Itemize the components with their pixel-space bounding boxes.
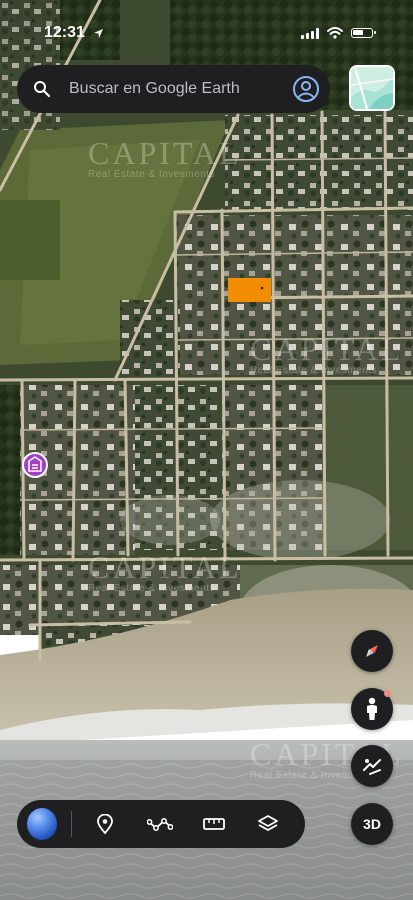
watermark: CAPITAL Real Estate & Invesments — [250, 333, 404, 376]
search-input[interactable] — [69, 80, 292, 98]
search-bar[interactable] — [17, 65, 330, 113]
watermark: CAPITAL Real Estate & Invesments — [88, 551, 242, 594]
battery-icon — [351, 28, 376, 38]
ruler-icon — [202, 818, 225, 830]
bottom-toolbar — [17, 800, 305, 848]
compass-icon — [366, 645, 378, 657]
path-icon — [146, 818, 173, 831]
layers-icon — [258, 815, 278, 831]
compass-button[interactable] — [351, 630, 393, 672]
watermark-brand: CAPITAL — [88, 135, 242, 171]
add-place-button[interactable] — [78, 800, 132, 848]
toolbar-divider — [71, 811, 73, 837]
highlighted-lot — [228, 278, 271, 302]
tilt-icon — [363, 759, 381, 775]
place-pin-icon — [97, 814, 114, 834]
place-marker-icon — [22, 452, 48, 478]
watermark-brand: CAPITAL — [88, 549, 242, 585]
layers-button[interactable] — [241, 800, 295, 848]
map-style-thumbnail-icon — [351, 67, 393, 109]
globe-icon[interactable] — [27, 808, 58, 840]
3d-toggle-button[interactable]: 3D — [351, 803, 393, 845]
account-icon[interactable] — [292, 75, 320, 103]
wifi-icon — [327, 27, 343, 39]
watermark-brand: CAPITAL — [250, 331, 404, 367]
location-arrow-icon — [93, 28, 104, 39]
map-style-button[interactable] — [349, 65, 395, 111]
draw-path-button[interactable] — [133, 800, 187, 848]
measure-button[interactable] — [187, 800, 241, 848]
pegman-icon — [367, 697, 377, 720]
status-time: 12:31 — [44, 24, 85, 41]
cellular-signal-icon — [301, 27, 319, 39]
street-view-button[interactable] — [351, 688, 393, 730]
tilt-button[interactable] — [351, 745, 393, 787]
search-icon — [34, 81, 51, 98]
status-icons — [301, 27, 376, 39]
watermark: CAPITAL Real Estate & Invesments — [88, 137, 242, 180]
notification-dot — [384, 690, 391, 697]
